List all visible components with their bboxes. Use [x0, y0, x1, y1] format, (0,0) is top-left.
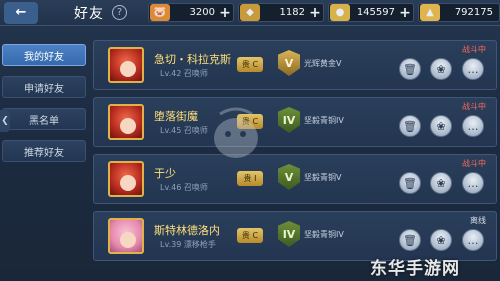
rank-shield-icon: V	[278, 50, 300, 76]
tab-friend-requests[interactable]: 申请好友	[2, 76, 86, 98]
currency-value: 3200	[189, 7, 215, 18]
friend-level: Lv.45 召唤师	[160, 126, 208, 135]
vip-badge: 贵 C	[237, 228, 263, 243]
gift-icon[interactable]: ❀	[430, 58, 452, 80]
chat-icon[interactable]: …	[462, 115, 484, 137]
avatar[interactable]	[108, 47, 144, 83]
currency-value: 792175	[454, 7, 493, 18]
watermark-text: 东华手游网	[370, 259, 460, 279]
coin-stack-icon: ●	[330, 4, 350, 21]
delete-friend-icon[interactable]: 🗑	[399, 172, 421, 194]
currency-value: 145597	[356, 7, 395, 18]
delete-friend-icon[interactable]: 🗑	[399, 58, 421, 80]
tab-recommended[interactable]: 推荐好友	[2, 140, 86, 162]
rank-name: 坚毅青铜IV	[304, 116, 344, 125]
currency-value: 1182	[279, 7, 305, 18]
chat-icon[interactable]: …	[462, 172, 484, 194]
avatar[interactable]	[108, 161, 144, 197]
back-arrow-icon[interactable]: ←	[4, 1, 38, 24]
friend-name: 于少	[154, 167, 176, 180]
rank-name: 光辉黄金V	[304, 59, 342, 68]
vip-badge: 贵 C	[237, 57, 263, 72]
top-bar: ← 好友 ? 🐷 3200 + ◆ 1182 + ● 145597 + ▲ 79…	[0, 0, 500, 26]
rank-shield-icon: IV	[278, 107, 300, 133]
gift-icon[interactable]: ❀	[430, 172, 452, 194]
rank-shield-icon: IV	[278, 221, 300, 247]
rank-name: 坚毅青铜IV	[304, 230, 344, 239]
gold-bag-icon: ◆	[240, 4, 260, 21]
friend-name: 堕落街魔	[154, 110, 198, 123]
friend-level: Lv.42 召唤师	[160, 69, 208, 78]
watermark-mascot-icon	[214, 107, 258, 158]
rank-name: 坚毅青铜V	[304, 173, 342, 182]
friend-list: 急切・科拉克斯 Lv.42 召唤师 贵 C V 光辉黄金V 战斗中 🗑 ❀ … …	[93, 40, 497, 268]
delete-friend-icon[interactable]: 🗑	[399, 229, 421, 251]
friend-tabs: 我的好友 申请好友 黑名单 推荐好友	[2, 44, 86, 172]
status-badge: 离线	[470, 216, 486, 225]
tab-my-friends[interactable]: 我的好友	[2, 44, 86, 66]
friends-screen: ← 好友 ? 🐷 3200 + ◆ 1182 + ● 145597 + ▲ 79…	[0, 0, 500, 281]
avatar[interactable]	[108, 104, 144, 140]
status-badge: 战斗中	[462, 45, 486, 54]
rank-shield-icon: V	[278, 164, 300, 190]
avatar[interactable]	[108, 218, 144, 254]
currency-gold-bag: ◆ 1182 +	[238, 3, 324, 22]
friend-level: Lv.39 漂移枪手	[160, 240, 216, 249]
currency-pig: 🐷 3200 +	[148, 3, 234, 22]
friend-name: 急切・科拉克斯	[154, 53, 231, 66]
gift-icon[interactable]: ❀	[430, 229, 452, 251]
friend-level: Lv.46 召唤师	[160, 183, 208, 192]
help-icon[interactable]: ?	[112, 5, 127, 20]
add-currency-button[interactable]: +	[309, 5, 321, 21]
gem-bag-icon: ▲	[420, 4, 440, 21]
add-currency-button[interactable]: +	[219, 5, 231, 21]
currency-coins: ● 145597 +	[328, 3, 414, 22]
friend-name: 斯特林德洛内	[154, 224, 220, 237]
friend-row[interactable]: 堕落街魔 Lv.45 召唤师 贵 C IV 坚毅青铜IV 战斗中 🗑 ❀ …	[93, 97, 497, 147]
currency-gem: ▲ 792175	[418, 3, 500, 22]
delete-friend-icon[interactable]: 🗑	[399, 115, 421, 137]
chat-icon[interactable]: …	[462, 229, 484, 251]
collapse-handle-icon[interactable]: ❮	[0, 110, 10, 132]
currency-bar: 🐷 3200 + ◆ 1182 + ● 145597 + ▲ 792175	[148, 3, 500, 22]
chat-icon[interactable]: …	[462, 58, 484, 80]
vip-badge: 贵 I	[237, 171, 263, 186]
status-badge: 战斗中	[462, 159, 486, 168]
tab-blacklist[interactable]: 黑名单	[2, 108, 86, 130]
add-currency-button[interactable]: +	[399, 5, 411, 21]
friend-row[interactable]: 于少 Lv.46 召唤师 贵 I V 坚毅青铜V 战斗中 🗑 ❀ …	[93, 154, 497, 204]
gift-icon[interactable]: ❀	[430, 115, 452, 137]
pig-coin-icon: 🐷	[150, 4, 170, 21]
page-title: 好友	[74, 5, 104, 22]
friend-row[interactable]: 急切・科拉克斯 Lv.42 召唤师 贵 C V 光辉黄金V 战斗中 🗑 ❀ …	[93, 40, 497, 90]
status-badge: 战斗中	[462, 102, 486, 111]
